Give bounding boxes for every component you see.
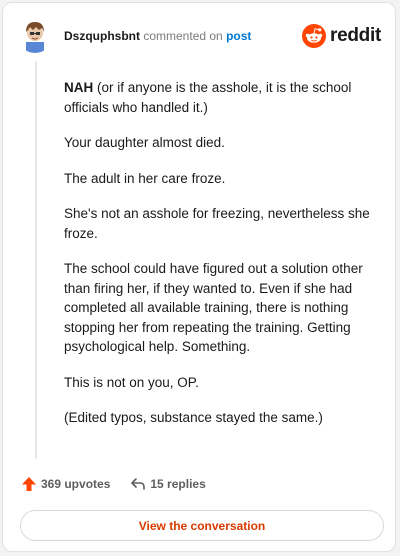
action-text: commented on [143, 29, 223, 43]
action-bar: 369 upvotes 15 replies [21, 476, 206, 492]
upvote-count: 369 upvotes [41, 477, 111, 491]
comment-text: The adult in her care froze. [64, 170, 226, 186]
thread-line [35, 61, 37, 459]
avatar[interactable] [17, 17, 53, 53]
comment-body: NAH (or if anyone is the asshole, it is … [64, 78, 378, 444]
username-link[interactable]: Dszquphsbnt [64, 29, 140, 43]
comment-text: She's not an asshole for freezing, never… [64, 206, 370, 241]
avatar-icon [17, 17, 53, 53]
comment-text: The school could have figured out a solu… [64, 261, 363, 354]
post-link[interactable]: post [226, 29, 251, 43]
comment-text: This is not on you, OP. [64, 374, 199, 390]
upvote-arrow-icon [22, 477, 36, 491]
comment-paragraph: The school could have figured out a solu… [64, 259, 378, 357]
view-conversation-button[interactable]: View the conversation [20, 510, 384, 541]
reddit-logo[interactable]: reddit [302, 23, 381, 49]
comment-paragraph: This is not on you, OP. [64, 373, 378, 393]
reply-button[interactable]: 15 replies [130, 477, 206, 491]
comment-paragraph: NAH (or if anyone is the asshole, it is … [64, 78, 378, 117]
comment-paragraph: Your daughter almost died. [64, 133, 378, 153]
comment-text: (or if anyone is the asshole, it is the … [64, 80, 352, 115]
comment-paragraph: She's not an asshole for freezing, never… [64, 204, 378, 243]
reply-arrow-icon [131, 478, 146, 490]
upvote-button[interactable]: 369 upvotes [21, 476, 110, 492]
comment-bold-text: NAH [64, 80, 94, 95]
comment-card: Dszquphsbnt commented on post reddit NAH… [2, 2, 396, 552]
comment-text: Your daughter almost died. [64, 135, 225, 150]
comment-paragraph: The adult in her care froze. [64, 169, 378, 189]
comment-header: Dszquphsbnt commented on post [64, 29, 251, 43]
comment-text: (Edited typos, substance stayed the same… [64, 410, 323, 425]
reply-count: 15 replies [150, 477, 206, 491]
comment-paragraph: (Edited typos, substance stayed the same… [64, 408, 378, 428]
reddit-alien-icon [302, 24, 327, 48]
brand-wordmark: reddit [330, 25, 381, 46]
